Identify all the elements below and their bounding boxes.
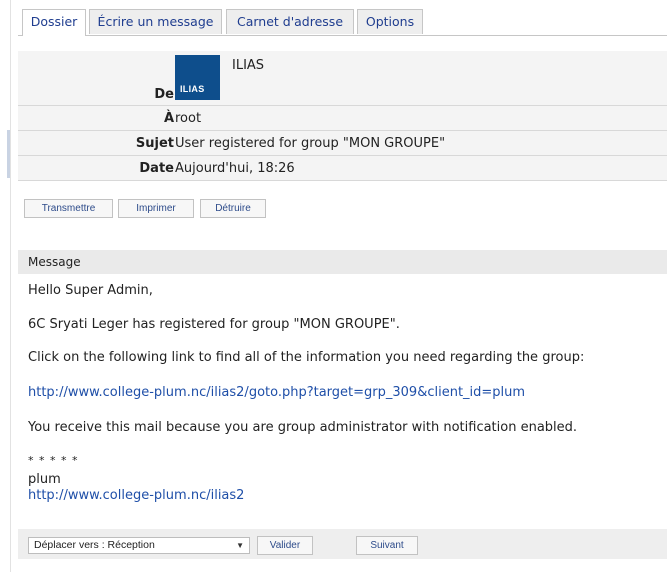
date-label: Date <box>139 161 174 176</box>
ilias-logo: ILIAS <box>175 55 220 100</box>
message-line-3: You receive this mail because you are gr… <box>28 420 578 435</box>
to-row: À root <box>18 106 667 131</box>
subject-row: Sujet User registered for group "MON GRO… <box>18 131 667 156</box>
move-select-value: Déplacer vers : Réception <box>34 539 155 551</box>
tab-bar: Dossier Écrire un message Carnet d'adres… <box>18 9 667 36</box>
group-link[interactable]: http://www.college-plum.nc/ilias2/goto.p… <box>28 385 525 400</box>
message-line-1: 6C Sryati Leger has registered for group… <box>28 317 400 332</box>
message-line-2: Click on the following link to find all … <box>28 350 585 365</box>
tab-write-message[interactable]: Écrire un message <box>89 9 222 34</box>
tab-dossier[interactable]: Dossier <box>22 9 86 36</box>
footer-bar: Déplacer vers : Réception ▼ Valider Suiv… <box>18 529 667 559</box>
tab-address-book[interactable]: Carnet d'adresse <box>226 9 354 34</box>
message-heading: Message <box>28 255 81 269</box>
message-heading-bar: Message <box>18 250 667 274</box>
chevron-down-icon: ▼ <box>236 541 244 550</box>
forward-button[interactable]: Transmettre <box>24 199 113 218</box>
date-row: Date Aujourd'hui, 18:26 <box>18 156 667 181</box>
from-value: ILIAS <box>232 58 265 73</box>
left-border <box>10 0 11 572</box>
logo-text: ILIAS <box>180 84 205 94</box>
print-button[interactable]: Imprimer <box>118 199 194 218</box>
from-label: De <box>154 87 174 102</box>
signature-separator: * * * * * <box>28 454 79 467</box>
move-to-folder-select[interactable]: Déplacer vers : Réception ▼ <box>28 537 250 554</box>
subject-label: Sujet <box>135 136 174 151</box>
to-value: root <box>175 111 202 126</box>
message-greeting: Hello Super Admin, <box>28 283 153 298</box>
validate-button[interactable]: Valider <box>257 536 313 555</box>
next-button[interactable]: Suivant <box>356 536 418 555</box>
signature-link[interactable]: http://www.college-plum.nc/ilias2 <box>28 488 244 503</box>
date-value: Aujourd'hui, 18:26 <box>175 161 295 176</box>
from-row: De ILIAS ILIAS <box>18 51 667 106</box>
signature-name: plum <box>28 472 61 487</box>
to-label: À <box>163 111 174 126</box>
delete-button[interactable]: Détruire <box>200 199 266 218</box>
subject-value: User registered for group "MON GROUPE" <box>175 136 446 151</box>
mail-view: Dossier Écrire un message Carnet d'adres… <box>18 6 667 572</box>
tab-options[interactable]: Options <box>357 9 423 34</box>
left-accent <box>7 130 10 178</box>
